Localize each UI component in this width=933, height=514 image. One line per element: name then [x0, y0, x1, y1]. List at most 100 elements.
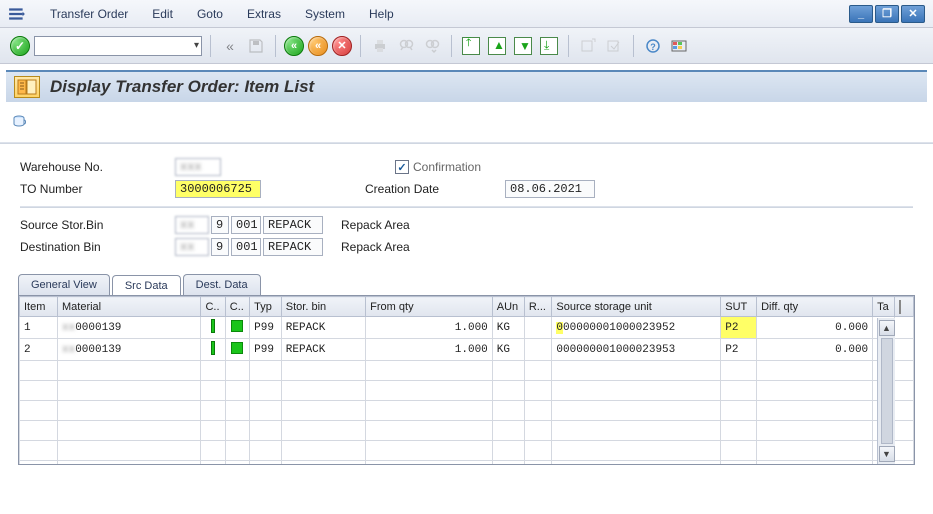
scroll-up-button[interactable]: ▲ [879, 320, 895, 336]
col-config[interactable] [894, 297, 913, 317]
dest-bin-name[interactable]: REPACK [263, 238, 323, 256]
source-bin-code2[interactable]: 9 [211, 216, 229, 234]
col-r[interactable]: R... [524, 297, 552, 317]
layout-menu-button[interactable] [668, 35, 690, 57]
page-title: Display Transfer Order: Item List [50, 77, 314, 97]
title-bar: Display Transfer Order: Item List [6, 70, 927, 102]
exit-button[interactable]: « [308, 36, 328, 56]
table-row[interactable]: 1 xx0000139 P99 REPACK 1.000 KG 00000000… [20, 317, 914, 339]
source-bin-desc: Repack Area [341, 218, 410, 232]
dest-bin-code2[interactable]: 9 [211, 238, 229, 256]
cell-ssu: 000000001000023953 [552, 339, 721, 361]
cell-material: xx0000139 [57, 317, 200, 339]
confirmation-label: Confirmation [413, 160, 481, 174]
cell-bin: REPACK [281, 339, 365, 361]
first-page-button[interactable]: ⤒ [460, 35, 482, 57]
prev-page-button[interactable]: ▲ [486, 35, 508, 57]
back-button[interactable]: « [284, 36, 304, 56]
window-controls: _ ❐ ✕ [849, 5, 925, 23]
storage-unit-icon[interactable] [10, 112, 30, 132]
menu-extras[interactable]: Extras [247, 7, 281, 21]
col-ssu[interactable]: Source storage unit [552, 297, 721, 317]
title-icon[interactable] [14, 76, 40, 98]
cell-sut: P2 [721, 317, 757, 339]
col-aun[interactable]: AUn [492, 297, 524, 317]
confirmation-checkbox[interactable]: ✓ [395, 160, 409, 174]
close-button[interactable]: ✕ [901, 5, 925, 23]
menu-edit[interactable]: Edit [152, 7, 173, 21]
svg-text:?: ? [650, 42, 656, 52]
help-button[interactable]: ? [642, 35, 664, 57]
dest-bin-code[interactable]: xx [175, 238, 209, 256]
creation-date-label: Creation Date [365, 182, 505, 196]
app-toolbar [0, 108, 933, 136]
chevrons-left-icon: « [219, 35, 241, 57]
cell-qty: 1.000 [366, 339, 493, 361]
source-bin-name[interactable]: REPACK [263, 216, 323, 234]
cell-c2 [225, 317, 249, 339]
tab-general-view[interactable]: General View [18, 274, 110, 295]
tab-src-data[interactable]: Src Data [112, 275, 181, 296]
table-row[interactable]: 2 xx0000139 P99 REPACK 1.000 KG 00000000… [20, 339, 914, 361]
cell-pad [894, 317, 913, 339]
cell-ssu: 000000001000023952 [552, 317, 721, 339]
maximize-button[interactable]: ❐ [875, 5, 899, 23]
col-storbin[interactable]: Stor. bin [281, 297, 365, 317]
dest-bin-label: Destination Bin [20, 240, 175, 254]
next-page-button[interactable]: ▼ [512, 35, 534, 57]
cell-item: 1 [20, 317, 58, 339]
status-green-icon [231, 342, 243, 354]
dest-bin-num[interactable]: 001 [231, 238, 261, 256]
col-fromqty[interactable]: From qty [366, 297, 493, 317]
source-bin-code[interactable]: xx [175, 216, 209, 234]
tab-dest-data[interactable]: Dest. Data [183, 274, 261, 295]
menu-system[interactable]: System [305, 7, 345, 21]
cell-diff: 0.000 [757, 339, 873, 361]
cell-bin: REPACK [281, 317, 365, 339]
status-bar-icon [211, 319, 215, 333]
cell-material: xx0000139 [57, 339, 200, 361]
scroll-down-button[interactable]: ▼ [879, 446, 895, 462]
warehouse-field[interactable]: xxx [175, 158, 221, 176]
col-diff[interactable]: Diff. qty [757, 297, 873, 317]
header-form: Warehouse No. xxx ✓ Confirmation TO Numb… [0, 150, 933, 264]
col-typ[interactable]: Typ [250, 297, 282, 317]
items-table[interactable]: Item Material C.. C.. Typ Stor. bin From… [19, 296, 914, 465]
standard-toolbar: ✓ ▾ « « « ✕ ⤒ ▲ ▼ ⤓ ? [0, 28, 933, 64]
menu-goto[interactable]: Goto [197, 7, 223, 21]
shortcut-button [603, 35, 625, 57]
col-item[interactable]: Item [20, 297, 58, 317]
find-next-button [421, 35, 443, 57]
table-vscroll[interactable]: ▲ ▼ [877, 318, 895, 464]
scroll-track[interactable] [881, 338, 893, 444]
command-field[interactable]: ▾ [34, 36, 202, 56]
table-settings-icon[interactable] [899, 300, 901, 314]
cell-pad [894, 339, 913, 361]
cell-qty: 1.000 [366, 317, 493, 339]
dropdown-icon: ▾ [194, 40, 199, 51]
source-bin-num[interactable]: 001 [231, 216, 261, 234]
cell-diff: 0.000 [757, 317, 873, 339]
cell-sut: P2 [721, 339, 757, 361]
tab-bar: General View Src Data Dest. Data [0, 274, 933, 295]
col-c2[interactable]: C.. [225, 297, 249, 317]
creation-date-field[interactable]: 08.06.2021 [505, 180, 595, 198]
enter-button[interactable]: ✓ [10, 36, 30, 56]
menu-transfer-order[interactable]: Transfer Order [50, 7, 128, 21]
status-green-icon [231, 320, 243, 332]
menu-help[interactable]: Help [369, 7, 394, 21]
to-number-field[interactable]: 3000006725 [175, 180, 261, 198]
cell-aun: KG [492, 339, 524, 361]
cancel-button[interactable]: ✕ [332, 36, 352, 56]
col-sut[interactable]: SUT [721, 297, 757, 317]
last-page-button[interactable]: ⤓ [538, 35, 560, 57]
col-ta[interactable]: Ta [873, 297, 895, 317]
col-c1[interactable]: C.. [201, 297, 225, 317]
cell-typ: P99 [250, 339, 282, 361]
create-session-button [577, 35, 599, 57]
to-number-label: TO Number [20, 182, 175, 196]
table-row-empty [20, 401, 914, 421]
col-material[interactable]: Material [57, 297, 200, 317]
minimize-button[interactable]: _ [849, 5, 873, 23]
sap-menu-icon[interactable] [8, 5, 26, 23]
